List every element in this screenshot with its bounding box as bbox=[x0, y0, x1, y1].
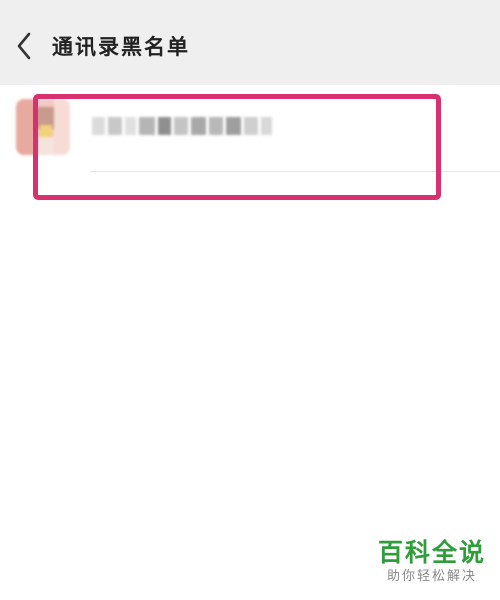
page-title: 通讯录黑名单 bbox=[52, 35, 190, 59]
app-header: 通讯录黑名单 bbox=[0, 0, 500, 85]
screen: 通讯录黑名单 百科全说 助你轻松解决 bbox=[0, 0, 500, 600]
highlight-annotation bbox=[33, 94, 441, 200]
watermark-title: 百科全说 bbox=[377, 538, 486, 567]
watermark-subtitle: 助你轻松解决 bbox=[386, 569, 477, 584]
back-button[interactable] bbox=[8, 26, 40, 66]
chevron-left-icon bbox=[17, 32, 31, 60]
watermark-logo: 百科全说 助你轻松解决 bbox=[378, 538, 486, 586]
